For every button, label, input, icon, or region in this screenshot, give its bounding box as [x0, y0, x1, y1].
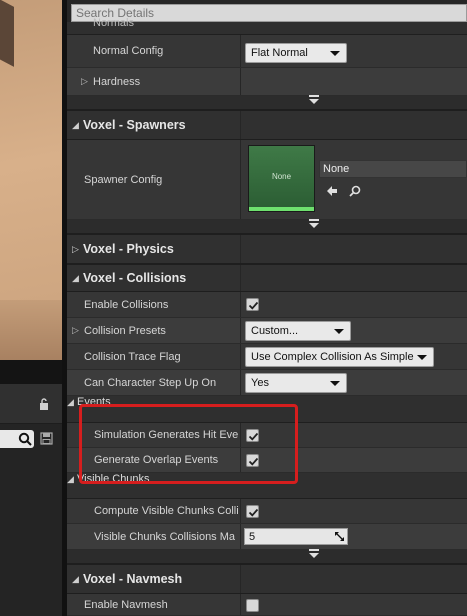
category-voxel-collisions-title: Voxel - Collisions: [83, 271, 187, 285]
expand-arrow-icon[interactable]: ▷: [81, 68, 88, 95]
category-voxel-spawners-title: Voxel - Spawners: [83, 118, 186, 132]
row-can-character-step-up-on: Can Character Step Up On Yes: [67, 370, 467, 396]
expand-arrow-icon[interactable]: ▷: [72, 318, 79, 343]
checkmark-icon: [248, 301, 259, 310]
checkmark-icon: [248, 508, 259, 517]
collapse-arrow-icon: ◢: [72, 119, 79, 130]
row-collision-presets: ▷ Collision Presets Custom...: [67, 318, 467, 344]
category-voxel-collisions[interactable]: ◢ Voxel - Collisions: [67, 264, 467, 292]
left-pane: [0, 0, 62, 616]
category-voxel-navmesh-title: Voxel - Navmesh: [83, 572, 183, 586]
spawner-config-label: Spawner Config: [84, 173, 163, 186]
chevron-down-icon: [330, 51, 340, 56]
spawners-expander[interactable]: [67, 219, 467, 234]
left-toolbar: [0, 384, 62, 424]
enable-navmesh-label: Enable Navmesh: [84, 598, 168, 611]
viewport-beam: [0, 0, 14, 67]
browse-search-icon[interactable]: [348, 184, 362, 198]
collision-presets-combo[interactable]: Custom...: [245, 321, 351, 341]
save-icon[interactable]: [40, 432, 53, 445]
thumbnail-image: None: [249, 146, 314, 207]
can-character-step-up-on-combo[interactable]: Yes: [245, 373, 347, 393]
normal-config-combo[interactable]: Flat Normal: [245, 43, 347, 63]
enable-collisions-label: Enable Collisions: [84, 298, 169, 311]
expand-down-icon: [309, 95, 319, 104]
normals-subcategory[interactable]: Normals: [67, 17, 467, 35]
row-collision-trace-flag: Collision Trace Flag Use Complex Collisi…: [67, 344, 467, 370]
visible-chunks-collisions-max-label: Visible Chunks Collisions Ma: [94, 530, 236, 543]
hardness-label: Hardness: [93, 75, 141, 88]
collapse-arrow-icon: ◢: [67, 397, 74, 407]
collapse-arrow-icon: ◢: [67, 474, 74, 484]
enable-navmesh-checkbox[interactable]: [246, 599, 259, 612]
expand-down-icon: [309, 549, 319, 558]
normals-label: Normals: [93, 17, 134, 29]
collision-presets-label: Collision Presets: [84, 324, 166, 337]
use-selected-arrow-icon[interactable]: [325, 184, 339, 198]
collapse-arrow-icon: ◢: [72, 272, 79, 283]
advanced-expander[interactable]: [67, 95, 467, 110]
chevron-down-icon: [417, 355, 427, 360]
lock-icon[interactable]: [37, 397, 51, 411]
collision-trace-flag-label: Collision Trace Flag: [84, 350, 181, 363]
spawner-config-thumbnail[interactable]: None: [248, 145, 315, 212]
expand-down-icon: [309, 219, 319, 228]
can-character-step-up-on-value: Yes: [251, 377, 269, 389]
details-panel: Normals Normal Config Flat Normal ▷ Hard…: [67, 0, 467, 616]
collision-trace-flag-combo[interactable]: Use Complex Collision As Simple: [245, 347, 434, 367]
thumbnail-asset-bar: [249, 207, 314, 211]
row-compute-visible-chunks-collisions: Compute Visible Chunks Colli: [67, 499, 467, 524]
compute-visible-chunks-collisions-checkbox[interactable]: [246, 505, 259, 518]
row-normal-config: Normal Config Flat Normal: [67, 35, 467, 68]
compute-visible-chunks-collisions-label: Compute Visible Chunks Colli: [94, 505, 239, 517]
drag-handle-icon[interactable]: [334, 531, 345, 542]
chevron-down-icon: [330, 381, 340, 386]
expand-arrow-icon: ▷: [72, 243, 79, 254]
row-enable-collisions: Enable Collisions: [67, 292, 467, 318]
category-voxel-navmesh[interactable]: ◢ Voxel - Navmesh: [67, 564, 467, 594]
search-icon[interactable]: [17, 431, 33, 447]
category-voxel-physics-title: Voxel - Physics: [83, 242, 174, 256]
row-hardness[interactable]: ▷ Hardness: [67, 68, 467, 96]
row-visible-chunks-collisions-max: Visible Chunks Collisions Ma 5: [67, 524, 467, 550]
collision-trace-flag-value: Use Complex Collision As Simple: [251, 351, 414, 363]
thumbnail-text: None: [271, 172, 292, 181]
collapse-arrow-icon: ◢: [72, 573, 79, 584]
enable-collisions-checkbox[interactable]: [246, 298, 259, 311]
viewport[interactable]: [0, 0, 62, 360]
highlight-annotation: [79, 404, 298, 484]
spawner-config-asset-combo[interactable]: None: [319, 160, 467, 178]
left-strip: [0, 360, 62, 384]
can-character-step-up-on-label: Can Character Step Up On: [84, 376, 217, 389]
chevron-down-icon: [334, 329, 344, 334]
normal-config-label: Normal Config: [93, 45, 164, 57]
visible-chunks-collisions-max-value: 5: [249, 530, 256, 543]
row-enable-navmesh: Enable Navmesh: [67, 594, 467, 616]
visible-chunks-collisions-max-spinbox[interactable]: 5: [244, 528, 348, 545]
spawner-config-asset-value: None: [323, 163, 350, 175]
viewport-shade: [0, 300, 62, 360]
category-voxel-spawners[interactable]: ◢ Voxel - Spawners: [67, 110, 467, 140]
category-voxel-physics[interactable]: ▷ Voxel - Physics: [67, 234, 467, 264]
collision-presets-value: Custom...: [251, 325, 299, 337]
normal-config-value: Flat Normal: [251, 47, 308, 59]
collisions-expander[interactable]: [67, 549, 467, 564]
